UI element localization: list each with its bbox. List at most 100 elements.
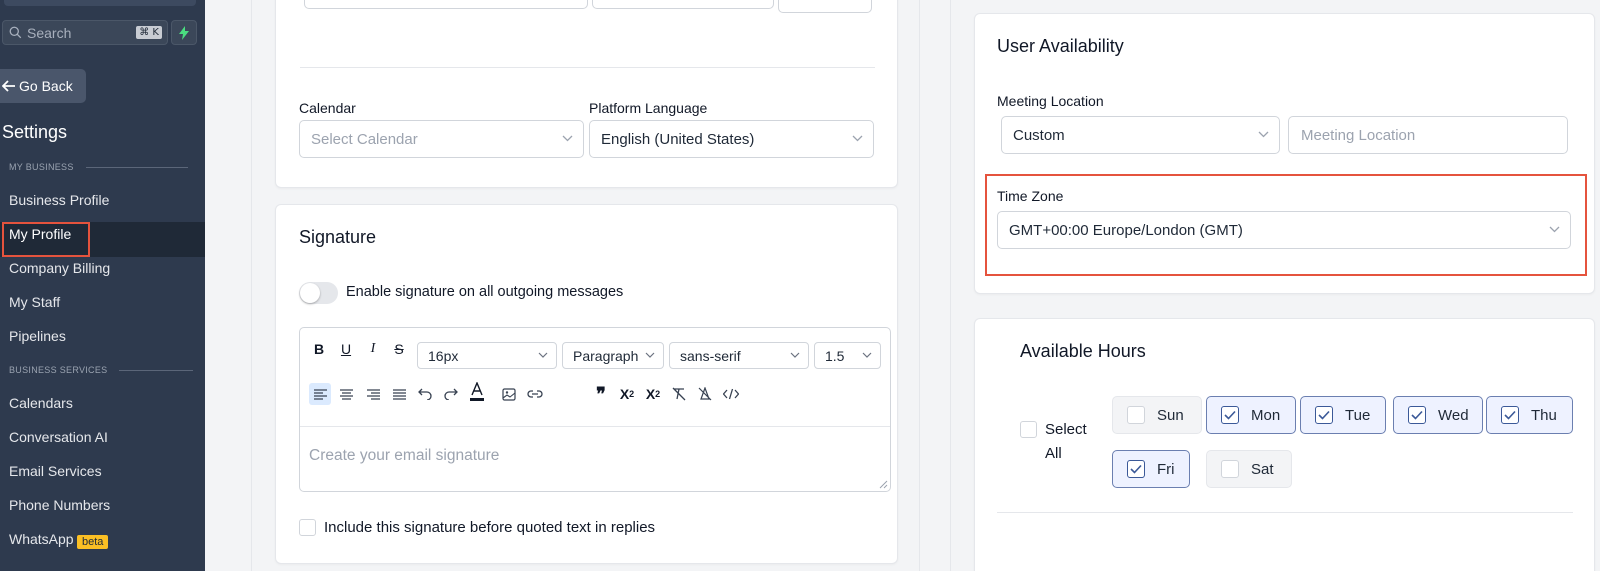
day-sat[interactable]: Sat [1206, 450, 1292, 488]
link-icon[interactable] [525, 384, 545, 404]
sidebar-item-whatsapp[interactable]: WhatsApp [9, 531, 74, 547]
day-label: Sat [1251, 460, 1274, 478]
image-icon[interactable] [499, 384, 519, 404]
day-checkbox[interactable] [1127, 460, 1145, 478]
day-fri[interactable]: Fri [1112, 450, 1190, 488]
undo-icon[interactable] [415, 384, 435, 404]
day-label: Fri [1157, 460, 1175, 478]
check-icon [1411, 410, 1423, 420]
calendar-placeholder: Select Calendar [311, 130, 418, 148]
toggle-label: Enable signature on all outgoing message… [346, 284, 624, 300]
search-shortcut: ⌘ K [136, 26, 162, 39]
day-sun[interactable]: Sun [1112, 396, 1202, 434]
top-field-3[interactable] [778, 0, 872, 13]
divider [300, 426, 890, 427]
sidebar-item-my-staff[interactable]: My Staff [9, 294, 60, 310]
include-signature-checkbox[interactable] [299, 519, 316, 536]
meeting-location-type-value: Custom [1013, 126, 1065, 144]
day-wed[interactable]: Wed [1393, 396, 1483, 434]
meeting-location-type-select[interactable]: Custom [1001, 116, 1280, 154]
select-all-checkbox[interactable] [1020, 421, 1037, 438]
resize-handle-icon[interactable] [879, 480, 888, 489]
clear-format-icon[interactable] [669, 384, 689, 404]
sidebar-item-company-billing[interactable]: Company Billing [9, 260, 110, 276]
font-family-select[interactable]: sans-serif [669, 342, 809, 369]
sidebar-item-pipelines[interactable]: Pipelines [9, 328, 66, 344]
language-label: Platform Language [589, 100, 708, 116]
day-checkbox[interactable] [1221, 460, 1239, 478]
calendar-select[interactable]: Select Calendar [299, 120, 584, 158]
search-icon [9, 26, 22, 39]
meeting-location-input[interactable]: Meeting Location [1288, 116, 1568, 154]
bold-icon[interactable]: B [309, 339, 329, 359]
divider [119, 369, 194, 371]
code-icon[interactable] [721, 384, 741, 404]
underline-icon[interactable]: U [336, 339, 356, 359]
day-checkbox[interactable] [1221, 406, 1239, 424]
day-checkbox[interactable] [1127, 406, 1145, 424]
sidebar-item-business-profile[interactable]: Business Profile [9, 192, 109, 208]
subscript-icon[interactable]: X2 [643, 384, 663, 404]
redo-icon[interactable] [441, 384, 461, 404]
align-right-icon[interactable] [363, 384, 383, 404]
sidebar: Search ⌘ K Go Back Settings MY BUSINESS … [0, 0, 205, 571]
block-type-select[interactable]: Paragraph [562, 342, 664, 369]
language-select[interactable]: English (United States) [589, 120, 874, 158]
align-justify-icon[interactable] [389, 384, 409, 404]
sidebar-top-bar [4, 0, 196, 6]
font-family-value: sans-serif [680, 347, 741, 364]
signature-editor: B U I S 16px Paragraph sans-serif 1.5 ❞ … [299, 327, 891, 492]
go-back-button[interactable]: Go Back [0, 69, 86, 103]
highlight-box [2, 222, 90, 257]
language-value: English (United States) [601, 130, 755, 148]
superscript-icon[interactable]: X2 [617, 384, 637, 404]
select-all-label: Select [1045, 421, 1087, 438]
align-left-icon[interactable] [309, 383, 331, 405]
line-height-value: 1.5 [825, 347, 845, 364]
day-label: Thu [1531, 406, 1557, 424]
check-icon [1504, 410, 1516, 420]
sidebar-item-conversation-ai[interactable]: Conversation AI [9, 429, 108, 445]
quick-action-button[interactable] [171, 20, 197, 45]
sidebar-item-phone-numbers[interactable]: Phone Numbers [9, 497, 110, 513]
top-field-2[interactable] [592, 0, 774, 9]
day-thu[interactable]: Thu [1486, 396, 1573, 434]
section-business-services: BUSINESS SERVICES [9, 365, 194, 375]
search-input[interactable]: Search ⌘ K [2, 20, 168, 45]
chevron-down-icon [562, 135, 573, 142]
chevron-down-icon [645, 352, 655, 358]
text-color-icon[interactable] [467, 382, 487, 402]
highlight-box [985, 174, 1587, 276]
top-field-1[interactable] [304, 0, 588, 9]
sidebar-item-calendars[interactable]: Calendars [9, 395, 73, 411]
italic-icon[interactable]: I [363, 339, 383, 359]
quote-icon[interactable]: ❞ [591, 384, 611, 404]
availability-title: User Availability [997, 36, 1124, 56]
chevron-down-icon [790, 352, 800, 358]
editor-placeholder[interactable]: Create your email signature [309, 447, 499, 465]
day-checkbox[interactable] [1315, 406, 1333, 424]
signature-title: Signature [299, 227, 377, 247]
calendar-label: Calendar [299, 100, 356, 116]
chevron-down-icon [852, 135, 863, 142]
chevron-down-icon [538, 352, 548, 358]
line-height-select[interactable]: 1.5 [814, 342, 881, 369]
arrow-left-icon [2, 80, 15, 92]
font-size-value: 16px [428, 347, 459, 364]
day-mon[interactable]: Mon [1206, 396, 1296, 434]
section-label: MY BUSINESS [9, 162, 74, 172]
settings-title: Settings [2, 122, 68, 142]
day-checkbox[interactable] [1408, 406, 1426, 424]
format-painter-icon[interactable] [695, 384, 715, 404]
profile-card [275, 0, 898, 188]
strikethrough-icon[interactable]: S [389, 339, 409, 359]
sidebar-item-email-services[interactable]: Email Services [9, 463, 102, 479]
day-label: Sun [1157, 406, 1184, 424]
day-checkbox[interactable] [1501, 406, 1519, 424]
signature-toggle[interactable] [299, 282, 338, 304]
align-center-icon[interactable] [336, 384, 356, 404]
day-tue[interactable]: Tue [1300, 396, 1386, 434]
toggle-knob [300, 283, 320, 303]
font-size-select[interactable]: 16px [417, 342, 557, 369]
go-back-label: Go Back [19, 78, 73, 94]
